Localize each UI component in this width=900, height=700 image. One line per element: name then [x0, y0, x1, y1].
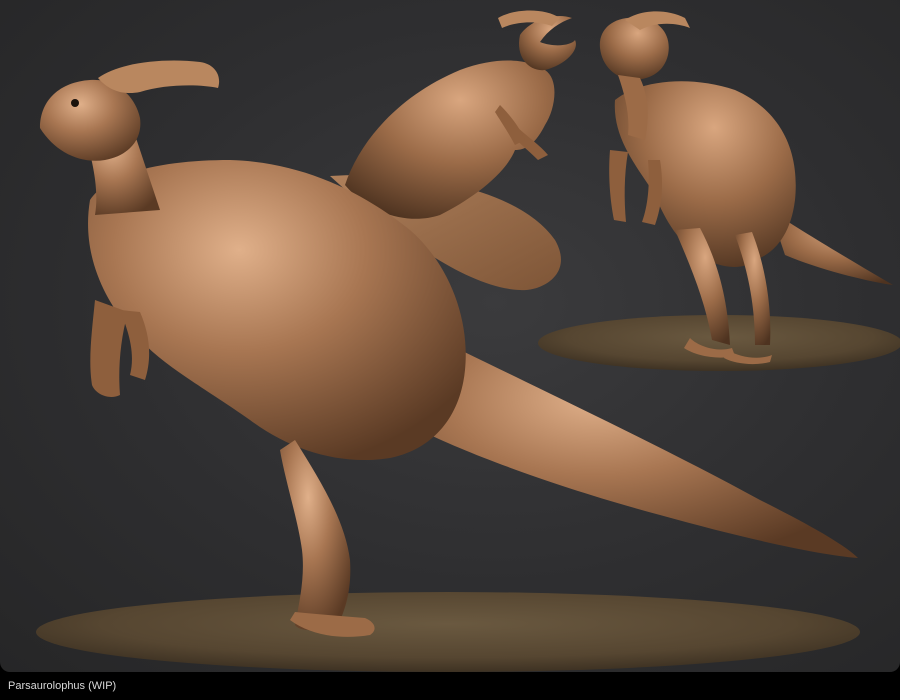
sculpt-renders	[36, 10, 900, 672]
front-view-render	[599, 11, 893, 365]
caption-bar	[0, 672, 900, 700]
main-eye	[71, 99, 79, 107]
main-pedestal	[36, 592, 860, 672]
image-frame: Parsaurolophus (WIP)	[0, 0, 900, 700]
render-viewport	[0, 0, 900, 672]
image-caption: Parsaurolophus (WIP)	[8, 680, 117, 692]
